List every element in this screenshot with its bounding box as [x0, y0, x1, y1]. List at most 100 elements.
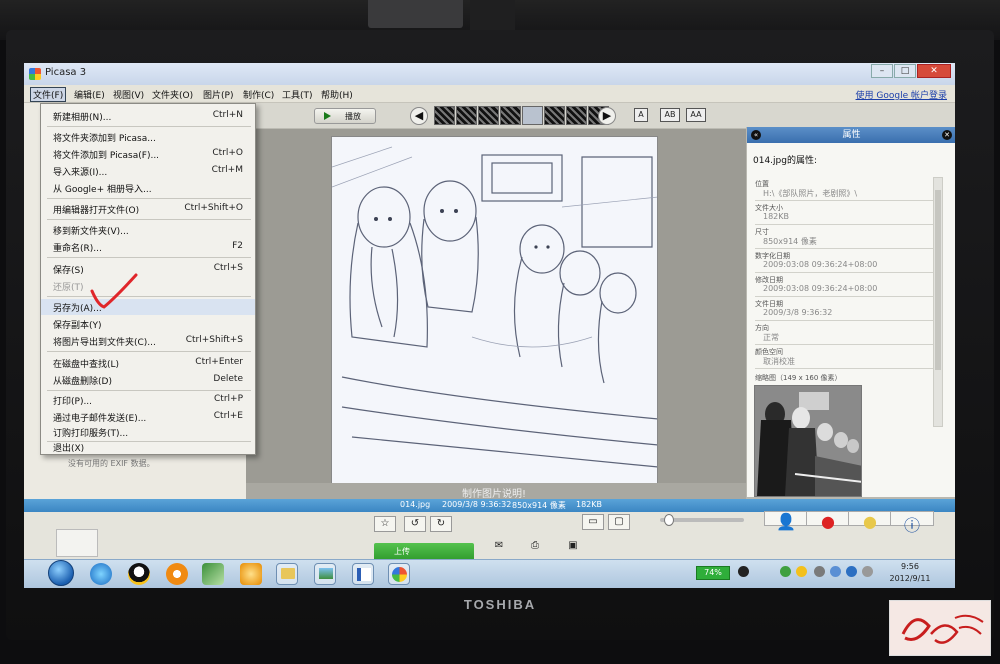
picasa-taskbar-icon[interactable] — [388, 563, 410, 585]
info-filename: 014.jpg — [400, 500, 431, 509]
qq-icon[interactable] — [128, 563, 150, 585]
menu-item-label: 打印(P)... — [53, 397, 93, 407]
menu-import-google-plus[interactable]: 从 Google+ 相册导入... — [41, 180, 255, 196]
email-icon[interactable]: ✉ — [488, 539, 510, 555]
info-size: 182KB — [576, 500, 603, 509]
star-icon[interactable]: ☆ — [374, 516, 396, 532]
main-photo[interactable] — [331, 136, 658, 486]
google-login-link[interactable]: 使用 Google 帐户登录 — [856, 88, 947, 101]
close-panel-icon[interactable]: ✕ — [942, 130, 952, 140]
menu-move-to-folder[interactable]: 移到新文件夹(V)... — [41, 222, 255, 238]
wifi-icon[interactable] — [830, 566, 841, 577]
people-icon[interactable]: 👤 — [764, 511, 808, 531]
media-player-icon[interactable] — [166, 563, 188, 585]
location-pin-icon[interactable]: ● — [806, 511, 850, 531]
thumbnail[interactable] — [566, 106, 587, 125]
properties-title: 属性 — [842, 130, 861, 140]
menu-order-prints[interactable]: 订购打印服务(T)... — [41, 424, 255, 440]
menu-delete-from-disk[interactable]: 从磁盘删除(D) Delete — [41, 372, 255, 388]
thumbnail[interactable] — [500, 106, 521, 125]
property-value: 2009/3/8 9:36:32 — [763, 308, 833, 317]
caption-size-small-button[interactable]: A — [634, 108, 648, 122]
info-icon[interactable]: ⓘ — [890, 511, 934, 535]
close-button[interactable]: ✕ — [917, 64, 951, 78]
rotate-right-icon[interactable]: ↻ — [430, 516, 452, 532]
properties-scrollbar[interactable] — [933, 177, 943, 427]
word-icon[interactable] — [352, 563, 374, 585]
menu-exit[interactable]: 退出(X) — [41, 439, 255, 455]
maximize-button[interactable]: □ — [894, 64, 916, 78]
menu-create[interactable]: 制作(C) — [243, 88, 274, 101]
power-plug-icon[interactable] — [738, 566, 749, 577]
prev-arrow-icon[interactable]: ◀ — [410, 107, 428, 125]
menu-save-copy[interactable]: 保存副本(Y) — [41, 316, 255, 332]
menu-locate-on-disk[interactable]: 在磁盘中查找(L) Ctrl+Enter — [41, 355, 255, 371]
screen: Picasa 3 – □ ✕ 文件(F) 编辑(E) 视图(V) 文件夹(O) … — [24, 63, 955, 588]
menu-export[interactable]: 将图片导出到文件夹(C)... Ctrl+Shift+S — [41, 333, 255, 349]
menu-item-label: 还原(T) — [53, 283, 84, 293]
thumbnail[interactable] — [456, 106, 477, 125]
menu-view[interactable]: 视图(V) — [113, 88, 144, 101]
property-row: 文件日期 2009/3/8 9:36:32 — [755, 299, 935, 321]
network-icon[interactable] — [780, 566, 791, 577]
property-row: 颜色空间 取消校准 — [755, 347, 935, 369]
menu-import[interactable]: 导入来源(I)... Ctrl+M — [41, 163, 255, 179]
flag-icon[interactable] — [846, 566, 857, 577]
scrollbar-thumb[interactable] — [935, 190, 941, 370]
menu-new-album[interactable]: 新建相册(N)... Ctrl+N — [41, 108, 255, 124]
menu-item-label: 新建相册(N)... — [53, 113, 112, 123]
menu-separator — [47, 257, 251, 258]
volume-icon[interactable] — [862, 566, 873, 577]
messenger-icon[interactable] — [240, 563, 262, 585]
play-button[interactable]: 播放 — [314, 108, 376, 124]
thumbnail[interactable] — [544, 106, 565, 125]
thumbnail[interactable] — [478, 106, 499, 125]
photo-viewer-icon[interactable] — [314, 563, 336, 585]
thumbnail[interactable] — [434, 106, 455, 125]
minimize-button[interactable]: – — [871, 64, 893, 78]
photo-caption-input[interactable]: 制作图片说明! — [462, 485, 526, 500]
menu-item-shortcut: Ctrl+P — [214, 394, 243, 404]
menu-print[interactable]: 打印(P)... Ctrl+P — [41, 392, 255, 408]
thumbnail-selected[interactable] — [522, 106, 543, 125]
menu-file[interactable]: 文件(F) — [30, 87, 67, 102]
menu-save[interactable]: 保存(S) Ctrl+S — [41, 261, 255, 277]
caption-size-medium-button[interactable]: AB — [660, 108, 680, 122]
qq-tray-icon[interactable] — [796, 566, 807, 577]
monitor-brand: TOSHIBA — [463, 597, 537, 612]
folder-icon[interactable] — [276, 563, 298, 585]
zoom-slider-handle[interactable] — [664, 514, 674, 526]
collapse-panel-icon[interactable]: « — [751, 130, 761, 140]
view-small-icon[interactable]: ▭ — [582, 514, 604, 530]
menu-add-file[interactable]: 将文件添加到 Picasa(F)... Ctrl+O — [41, 146, 255, 162]
play-label: 播放 — [345, 112, 361, 121]
picasa-logo-icon — [29, 68, 41, 80]
windows-start-icon[interactable] — [48, 560, 74, 586]
menu-save-as[interactable]: 另存为(A)... — [41, 299, 255, 315]
menu-folder[interactable]: 文件夹(O) — [152, 88, 193, 101]
menu-picture[interactable]: 图片(P) — [203, 88, 233, 101]
rotate-left-icon[interactable]: ↺ — [404, 516, 426, 532]
taskbar-clock[interactable]: 9:56 2012/9/11 — [880, 561, 940, 585]
menu-open-in-editor[interactable]: 用编辑器打开文件(O) Ctrl+Shift+O — [41, 201, 255, 217]
pen-icon[interactable] — [202, 563, 224, 585]
battery-indicator[interactable]: 74% — [696, 566, 730, 580]
menu-edit[interactable]: 编辑(E) — [74, 88, 105, 101]
menu-tools[interactable]: 工具(T) — [282, 88, 313, 101]
menu-item-shortcut: F2 — [232, 241, 243, 251]
view-large-icon[interactable]: ▢ — [608, 514, 630, 530]
export-icon[interactable]: ▣ — [562, 539, 584, 555]
menu-item-label: 将图片导出到文件夹(C)... — [53, 338, 156, 348]
caption-size-large-button[interactable]: AA — [686, 108, 706, 122]
speaker-icon[interactable] — [814, 566, 825, 577]
menu-add-folder[interactable]: 将文件夹添加到 Picasa... — [41, 129, 255, 145]
tag-icon[interactable]: ● — [848, 511, 892, 531]
menu-separator — [47, 296, 251, 297]
internet-explorer-icon[interactable] — [90, 563, 112, 585]
menu-help[interactable]: 帮助(H) — [321, 88, 353, 101]
print-icon[interactable]: ⎙ — [524, 539, 546, 555]
tray-thumbnail[interactable] — [56, 529, 98, 557]
menu-rename[interactable]: 重命名(R)... F2 — [41, 239, 255, 255]
menu-email[interactable]: 通过电子邮件发送(E)... Ctrl+E — [41, 409, 255, 425]
next-arrow-icon[interactable]: ▶ — [598, 107, 616, 125]
